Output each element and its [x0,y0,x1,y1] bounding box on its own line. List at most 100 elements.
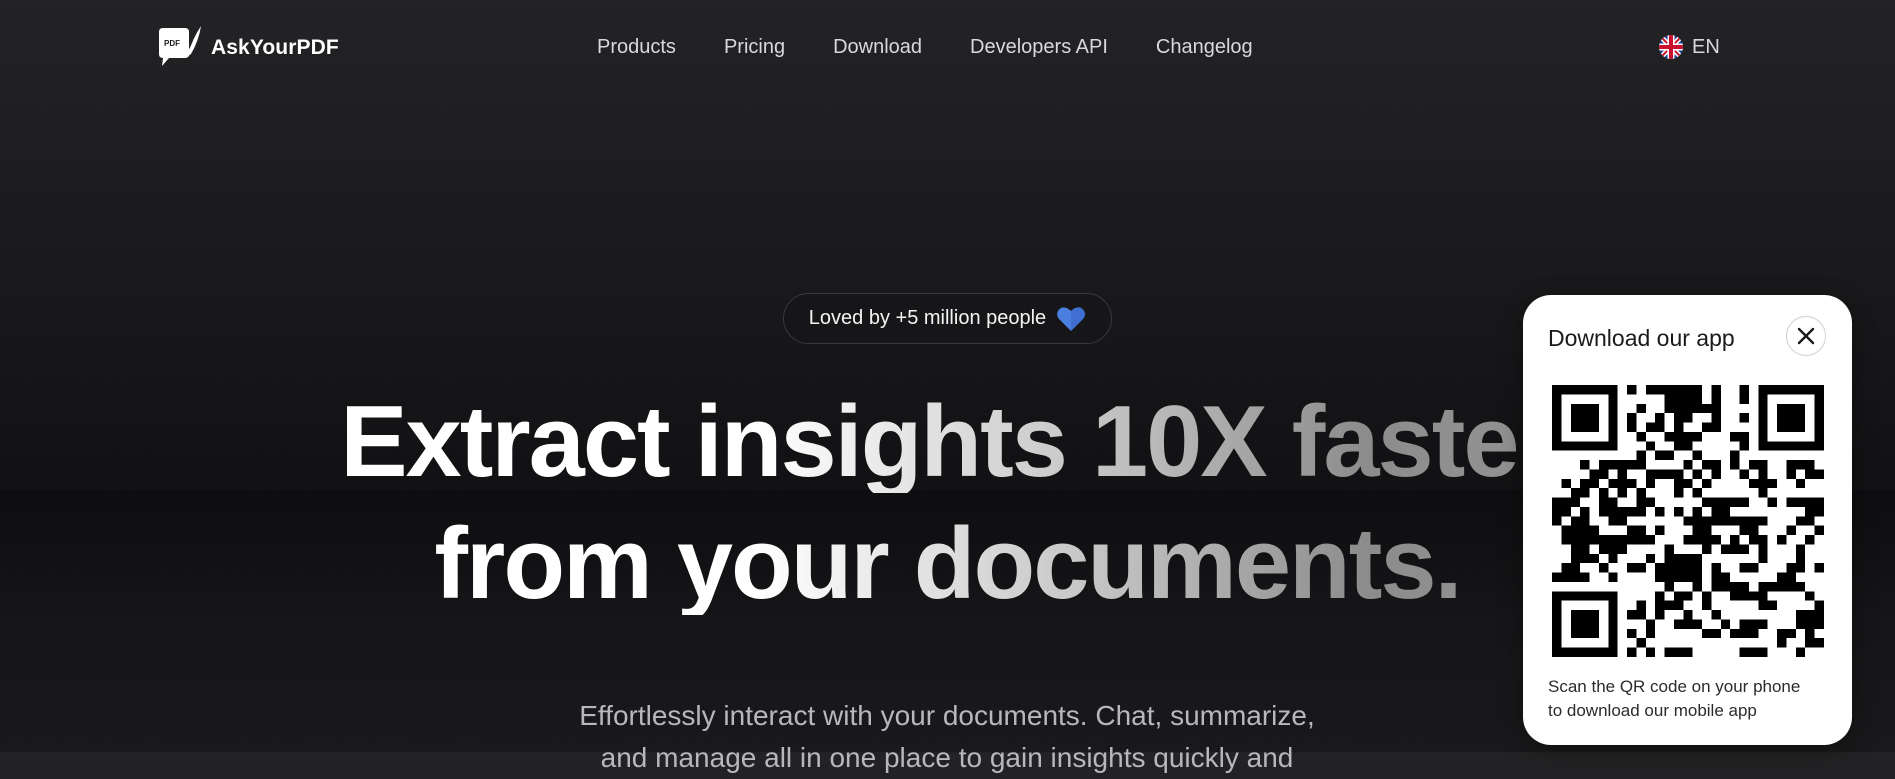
qr-module [1748,563,1759,573]
qr-module [1608,441,1618,451]
qr-module [1720,619,1731,629]
qr-module [1730,544,1740,554]
qr-module [1664,553,1674,564]
qr-module [1758,441,1768,451]
nav-link-developers-api[interactable]: Developers API [970,36,1108,59]
qr-module [1617,460,1628,470]
qr-module [1580,553,1590,564]
qr-module [1683,553,1693,564]
qr-module [1805,610,1815,620]
qr-module [1570,591,1581,601]
language-selector[interactable]: EN [1659,35,1720,59]
qr-module [1758,488,1768,498]
qr-module [1702,591,1712,601]
qr-module [1711,572,1721,582]
qr-module [1589,478,1599,489]
nav-link-changelog[interactable]: Changelog [1156,36,1253,59]
qr-module [1552,403,1562,414]
qr-module [1589,422,1599,432]
qr-module [1739,563,1749,573]
badge-text: Loved by +5 million people [808,307,1047,329]
qr-module [1767,581,1778,592]
qr-module [1598,544,1609,554]
qr-module [1552,413,1562,423]
qr-module [1814,413,1824,423]
qr-module [1683,647,1693,657]
qr-module [1664,385,1674,395]
qr-module [1702,516,1712,526]
qr-module [1758,422,1768,432]
qr-module [1786,413,1796,423]
qr-module [1692,581,1703,592]
qr-module [1786,422,1796,432]
qr-module [1655,385,1665,395]
qr-module [1758,385,1768,395]
qr-module [1627,563,1637,573]
qr-module [1683,516,1693,526]
qr-module [1786,497,1796,507]
qr-module [1673,553,1684,564]
qr-module [1805,619,1815,629]
qr-module [1589,403,1599,414]
qr-module [1645,441,1656,451]
qr-module [1795,563,1806,573]
nav-link-products[interactable]: Products [597,36,676,59]
qr-module [1664,581,1674,592]
qr-module [1814,506,1824,517]
qr-module [1795,516,1806,526]
qr-module [1598,441,1609,451]
qr-module [1552,591,1562,601]
qr-module [1608,638,1618,648]
qr-module [1720,572,1731,582]
qr-module [1664,431,1674,442]
qr-module [1767,497,1778,507]
qr-module [1673,469,1684,479]
nav-link-pricing[interactable]: Pricing [724,36,785,59]
qr-module [1702,525,1712,536]
qr-module [1608,413,1618,423]
qr-module [1711,460,1721,470]
qr-module [1748,647,1759,657]
qr-module [1598,469,1609,479]
qr-module [1570,544,1581,554]
qr-module [1645,497,1656,507]
qr-module [1552,572,1562,582]
qr-module [1673,394,1684,404]
qr-module [1673,441,1684,451]
popup-close-button[interactable] [1786,316,1826,356]
brand-name: AskYourPDF [211,36,339,59]
qr-module [1683,572,1693,582]
qr-module [1673,572,1684,582]
close-icon [1797,327,1815,345]
qr-module [1692,431,1703,442]
qr-module [1683,431,1693,442]
qr-module [1552,619,1562,629]
qr-module [1673,591,1684,601]
qr-module [1617,535,1628,545]
qr-module [1645,628,1656,639]
qr-module [1795,385,1806,395]
qr-module [1702,600,1712,611]
nav-link-download[interactable]: Download [833,36,922,59]
qr-module [1814,394,1824,404]
qr-module [1748,516,1759,526]
qr-module [1683,394,1693,404]
qr-module [1786,403,1796,414]
qr-module [1795,553,1806,564]
qr-module [1702,497,1712,507]
brand-logo[interactable]: PDF AskYourPDF [155,24,339,72]
qr-module [1664,469,1674,479]
qr-module [1608,478,1618,489]
qr-module [1561,506,1571,517]
qr-module [1758,581,1768,592]
qr-module [1814,619,1824,629]
qr-module [1561,591,1571,601]
qr-module [1795,422,1806,432]
qr-module [1692,469,1703,479]
qr-module [1598,535,1609,545]
qr-module [1552,647,1562,657]
qr-module [1805,441,1815,451]
qr-module [1805,506,1815,517]
qr-module [1692,506,1703,517]
qr-module [1552,441,1562,451]
